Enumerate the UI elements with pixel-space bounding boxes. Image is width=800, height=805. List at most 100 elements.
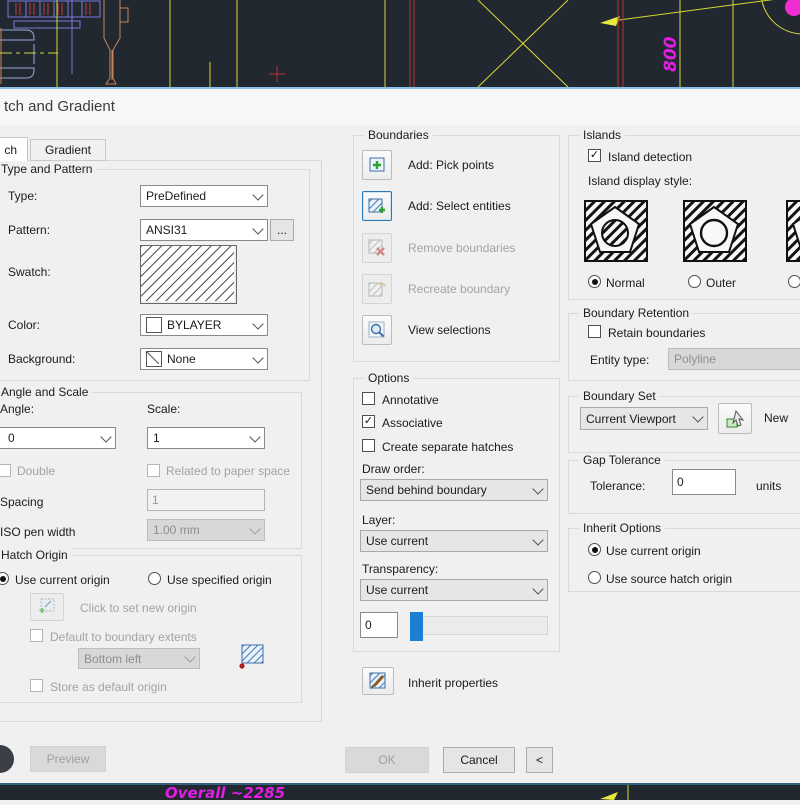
- draw-order-value: Send behind boundary: [366, 483, 534, 497]
- island-style-outer-image[interactable]: [683, 200, 747, 262]
- layer-label: Layer:: [362, 513, 395, 527]
- preview-button-label: Preview: [47, 752, 90, 766]
- transparency-amount-input[interactable]: [360, 612, 398, 638]
- pattern-browse-button[interactable]: ...: [270, 219, 294, 241]
- color-label: Color:: [8, 318, 40, 332]
- recreate-boundary-button[interactable]: [362, 274, 392, 304]
- retain-boundaries-checkbox[interactable]: [588, 325, 601, 338]
- chevron-down-icon: [532, 583, 543, 594]
- set-origin-icon: [37, 597, 57, 617]
- color-swatch-icon: [146, 317, 162, 333]
- dimension-label-800: 800: [661, 36, 681, 72]
- swatch-preview[interactable]: [140, 245, 237, 304]
- add-select-entities-button[interactable]: [362, 191, 392, 221]
- remove-boundaries-button[interactable]: [362, 233, 392, 263]
- boundary-set-dropdown[interactable]: Current Viewport: [580, 407, 708, 430]
- view-selections-button[interactable]: [362, 315, 392, 345]
- collapse-button[interactable]: <: [526, 747, 553, 773]
- double-checkbox[interactable]: [0, 464, 11, 477]
- layer-dropdown[interactable]: Use current: [360, 530, 548, 552]
- island-style-normal-radio[interactable]: [588, 275, 601, 288]
- scale-dropdown[interactable]: 1: [147, 427, 265, 449]
- tab-gradient[interactable]: Gradient: [30, 139, 106, 161]
- associative-checkbox[interactable]: [362, 415, 375, 428]
- related-paper-space-checkbox[interactable]: [147, 464, 160, 477]
- color-dropdown[interactable]: BYLAYER: [140, 314, 268, 336]
- overall-dimension-label: Overall ~2285: [165, 785, 285, 800]
- create-separate-hatches-checkbox[interactable]: [362, 439, 375, 452]
- use-specified-origin-radio[interactable]: [148, 572, 161, 585]
- related-paper-space-label: Related to paper space: [166, 464, 290, 478]
- annotative-checkbox[interactable]: [362, 392, 375, 405]
- group-label: Boundaries: [364, 128, 433, 142]
- draw-order-dropdown[interactable]: Send behind boundary: [360, 479, 548, 501]
- origin-corner-dropdown[interactable]: Bottom left: [78, 648, 200, 669]
- island-style-normal-label: Normal: [606, 276, 645, 290]
- set-origin-button[interactable]: [30, 593, 64, 621]
- tab-gradient-label: Gradient: [45, 143, 91, 157]
- iso-pen-width-value: 1.00 mm: [153, 523, 251, 537]
- cad-viewport-top: 800: [0, 0, 800, 87]
- angle-dropdown[interactable]: 0: [0, 427, 116, 449]
- tolerance-label: Tolerance:: [590, 479, 645, 493]
- boundary-set-value: Current Viewport: [586, 412, 694, 426]
- island-display-style-label: Island display style:: [588, 174, 692, 188]
- cancel-button-label: Cancel: [460, 753, 497, 767]
- transparency-slider-track[interactable]: [410, 616, 548, 635]
- use-current-origin-label: Use current origin: [15, 573, 110, 587]
- group-label: Type and Pattern: [0, 162, 96, 176]
- transparency-slider-handle[interactable]: [410, 612, 423, 641]
- inherit-use-current-origin-label: Use current origin: [606, 544, 701, 558]
- ok-button-label: OK: [378, 753, 395, 767]
- island-style-normal-image[interactable]: [584, 200, 648, 262]
- pattern-value: ANSI31: [146, 223, 254, 237]
- dialog-title: tch and Gradient: [4, 98, 115, 115]
- island-style-ignore-image[interactable]: [786, 200, 800, 262]
- chevron-down-icon: [252, 318, 263, 329]
- store-default-origin-checkbox[interactable]: [30, 679, 43, 692]
- tolerance-input[interactable]: [672, 469, 736, 495]
- angle-label: Angle:: [0, 402, 34, 416]
- draw-order-label: Draw order:: [362, 462, 425, 476]
- inherit-use-source-origin-radio[interactable]: [588, 571, 601, 584]
- iso-pen-width-dropdown[interactable]: 1.00 mm: [147, 519, 265, 541]
- island-style-outer-radio[interactable]: [688, 275, 701, 288]
- layer-value: Use current: [366, 534, 534, 548]
- default-boundary-extents-label: Default to boundary extents: [50, 630, 197, 644]
- pattern-dropdown[interactable]: ANSI31: [140, 219, 268, 241]
- background-dropdown[interactable]: None: [140, 348, 268, 370]
- create-separate-hatches-label: Create separate hatches: [382, 440, 513, 454]
- view-selections-label: View selections: [408, 323, 491, 337]
- ok-button[interactable]: OK: [345, 747, 429, 773]
- default-boundary-extents-checkbox[interactable]: [30, 629, 43, 642]
- transparency-dropdown[interactable]: Use current: [360, 579, 548, 601]
- island-style-ignore-radio[interactable]: [788, 275, 800, 288]
- new-boundary-set-button[interactable]: [718, 403, 752, 434]
- entity-type-value: Polyline: [674, 352, 800, 366]
- spacing-label: Spacing: [0, 495, 43, 509]
- entity-type-dropdown[interactable]: Polyline: [668, 348, 800, 370]
- chevron-down-icon: [249, 431, 260, 442]
- background-value: None: [167, 352, 254, 366]
- recreate-boundary-label: Recreate boundary: [408, 282, 510, 296]
- inherit-properties-icon: [367, 671, 389, 691]
- inherit-properties-button[interactable]: [362, 667, 394, 695]
- group-label: Gap Tolerance: [579, 453, 665, 467]
- iso-pen-width-label: ISO pen width: [0, 525, 75, 539]
- type-dropdown[interactable]: PreDefined: [140, 185, 268, 207]
- island-detection-checkbox[interactable]: [588, 149, 601, 162]
- preview-button[interactable]: Preview: [30, 746, 106, 772]
- add-pick-points-button[interactable]: [362, 150, 392, 180]
- remove-boundaries-icon: [367, 238, 387, 258]
- ansi31-swatch-icon: [141, 246, 234, 301]
- tab-hatch[interactable]: ch: [0, 137, 28, 161]
- ellipsis-icon: ...: [277, 223, 287, 237]
- tab-hatch-label: ch: [4, 143, 17, 157]
- pick-points-icon: [367, 155, 387, 175]
- type-value: PreDefined: [146, 189, 254, 203]
- help-button[interactable]: [0, 745, 14, 773]
- inherit-use-current-origin-radio[interactable]: [588, 543, 601, 556]
- cancel-button[interactable]: Cancel: [443, 747, 515, 773]
- spacing-input[interactable]: [147, 489, 265, 511]
- click-set-origin-label: Click to set new origin: [80, 601, 197, 615]
